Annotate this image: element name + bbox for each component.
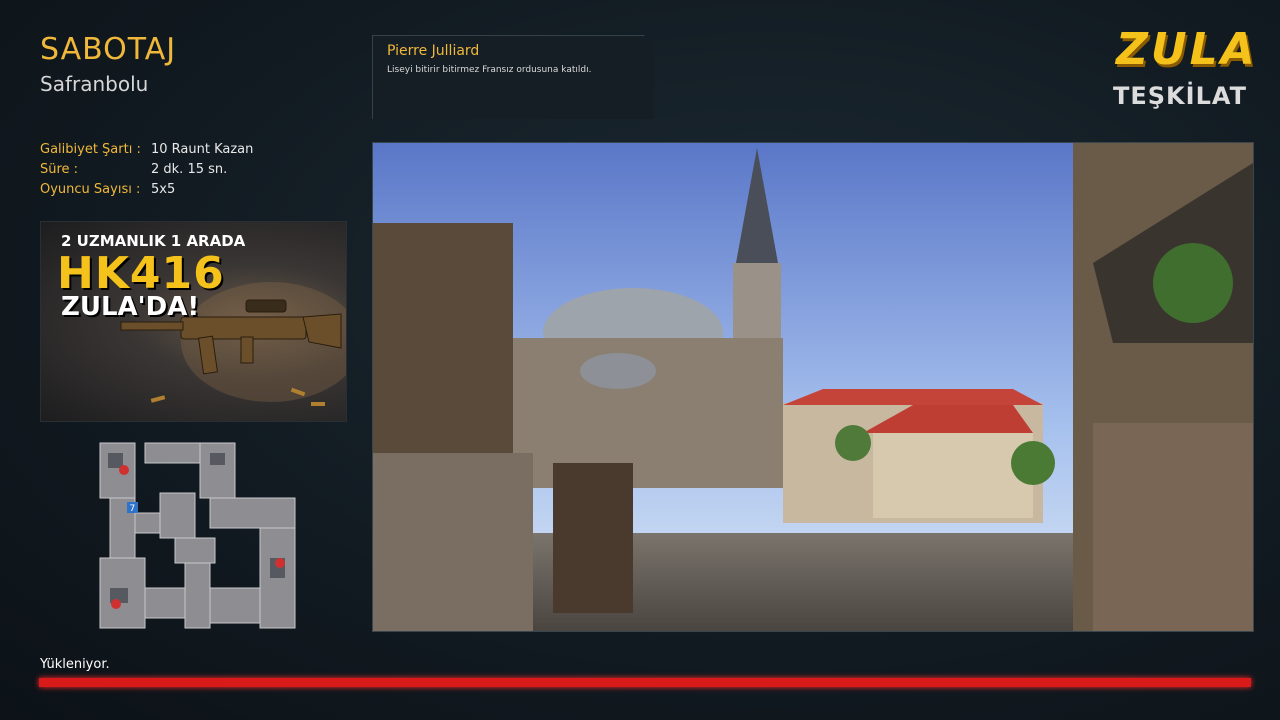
player-count-label: Oyuncu Sayısı : bbox=[40, 182, 141, 197]
duration-value: 2 dk. 15 sn. bbox=[151, 162, 228, 177]
win-condition-row: Galibiyet Şartı : 10 Raunt Kazan bbox=[40, 140, 253, 160]
character-bio-panel: Pierre Julliard Liseyi bitirir bitirmez … bbox=[372, 35, 654, 119]
map-preview-image bbox=[372, 142, 1254, 632]
logo-teskilat: TEŞKİLAT bbox=[1113, 82, 1247, 110]
player-count-value: 5x5 bbox=[151, 182, 176, 197]
game-mode-title: SABOTAJ bbox=[40, 32, 177, 67]
promo-line-3: ZULA'DA! bbox=[61, 292, 200, 322]
safranbolu-scene bbox=[373, 143, 1253, 631]
duration-label: Süre : bbox=[40, 162, 79, 177]
promo-banner: 2 UZMANLIK 1 ARADA HK416 ZULA'DA! bbox=[40, 221, 347, 422]
win-condition-value: 10 Raunt Kazan bbox=[151, 142, 254, 157]
map-layout-minimap: 7 bbox=[99, 442, 296, 629]
bomb-site-b-marker bbox=[275, 558, 285, 568]
spawn-marker bbox=[111, 599, 121, 609]
player-marker-label: 7 bbox=[130, 504, 136, 514]
duration-row: Süre : 2 dk. 15 sn. bbox=[40, 160, 253, 180]
loading-label: Yükleniyor. bbox=[40, 657, 110, 672]
logo-zula: ZULA bbox=[1116, 24, 1258, 75]
player-count-row: Oyuncu Sayısı : 5x5 bbox=[40, 180, 253, 200]
game-logo: ZULA TEŞKİLAT bbox=[1110, 24, 1255, 125]
map-name: Safranbolu bbox=[40, 72, 149, 96]
loading-progress-fill bbox=[39, 678, 1251, 687]
win-condition-label: Galibiyet Şartı : bbox=[40, 142, 141, 157]
character-name: Pierre Julliard bbox=[387, 43, 480, 59]
match-info: Galibiyet Şartı : 10 Raunt Kazan Süre : … bbox=[40, 140, 253, 200]
bomb-site-a-marker bbox=[119, 465, 129, 475]
wooden-door bbox=[553, 463, 633, 613]
character-bio: Liseyi bitirir bitirmez Fransız ordusuna… bbox=[387, 65, 592, 75]
loading-progress-bar bbox=[39, 678, 1251, 687]
